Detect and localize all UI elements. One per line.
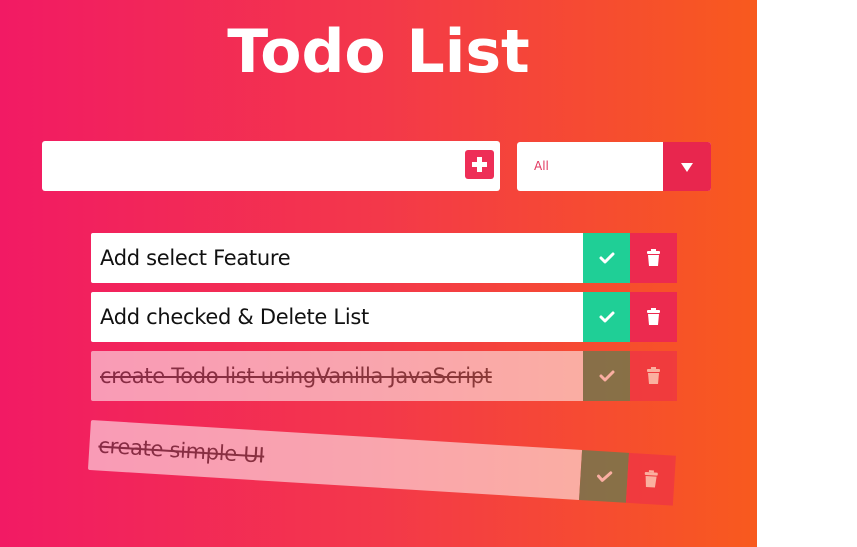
todo-item-falling: create simple UI bbox=[87, 420, 676, 506]
check-icon bbox=[599, 311, 615, 323]
todo-item-text: Add checked & Delete List bbox=[100, 305, 369, 329]
todo-item: Add select Feature bbox=[91, 233, 677, 283]
add-todo-button[interactable] bbox=[465, 150, 494, 179]
todo-item-completed: create Todo list usingVanilla JavaScript bbox=[91, 351, 677, 401]
check-icon bbox=[597, 471, 613, 482]
trash-icon bbox=[647, 249, 660, 266]
trash-icon bbox=[647, 367, 660, 384]
filter-select[interactable]: All bbox=[517, 142, 711, 191]
complete-button[interactable] bbox=[583, 292, 630, 342]
todo-input[interactable] bbox=[52, 141, 456, 193]
delete-button[interactable] bbox=[630, 292, 677, 342]
check-icon bbox=[599, 252, 615, 264]
dropdown-arrow-icon[interactable] bbox=[663, 142, 711, 191]
todo-item-box: Add select Feature bbox=[91, 233, 583, 283]
todo-item-text: Add select Feature bbox=[100, 246, 291, 270]
todo-input-wrapper bbox=[42, 141, 500, 193]
todo-item: Add checked & Delete List bbox=[91, 292, 677, 342]
todo-app: Todo List All Add select Feature Add che… bbox=[0, 0, 757, 547]
trash-icon bbox=[647, 308, 660, 325]
todo-item-text: create simple UI bbox=[97, 433, 265, 468]
todo-item-box: create simple UI bbox=[87, 420, 583, 500]
complete-button[interactable] bbox=[579, 450, 629, 503]
filter-selected-value: All bbox=[534, 159, 549, 173]
trash-icon bbox=[644, 470, 658, 488]
check-icon bbox=[599, 370, 615, 382]
todo-item-box: create Todo list usingVanilla JavaScript bbox=[91, 351, 583, 401]
complete-button[interactable] bbox=[583, 233, 630, 283]
complete-button[interactable] bbox=[583, 351, 630, 401]
todo-item-box: Add checked & Delete List bbox=[91, 292, 583, 342]
delete-button[interactable] bbox=[630, 351, 677, 401]
page-title: Todo List bbox=[227, 17, 530, 87]
delete-button[interactable] bbox=[630, 233, 677, 283]
todo-item-text: create Todo list usingVanilla JavaScript bbox=[100, 364, 492, 388]
delete-button[interactable] bbox=[625, 452, 676, 506]
